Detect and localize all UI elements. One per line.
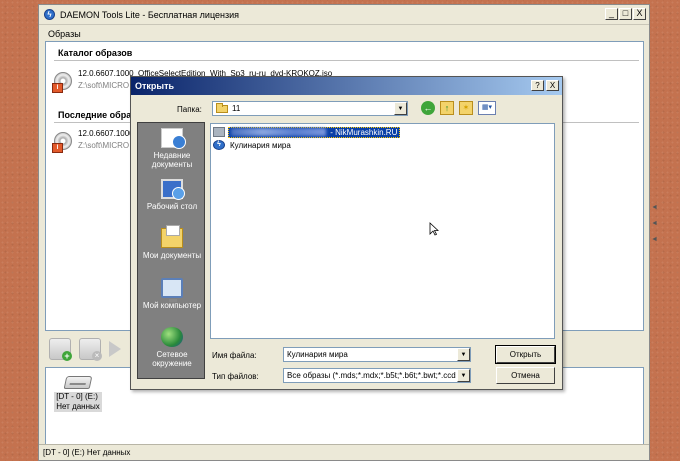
menu-images[interactable]: Образы [48,29,81,39]
side-scroll-arrows[interactable]: ◄ ◄ ◄ [651,200,659,248]
filename-value: Кулинария мира [287,350,348,359]
view-menu-icon[interactable]: ▦▾ [478,101,496,115]
drive-state: Нет данных [56,402,100,411]
filetype-select[interactable]: Все образы (*.mds;*.mdx;*.b5t;*.b6t;*.bw… [283,368,471,383]
file-list-item[interactable]: ϟ Кулинария мира [213,139,293,151]
filename-label: Имя файла: [212,351,257,360]
disc-image-icon: I [52,72,74,94]
places-bar: Недавние документы Рабочий стол Мои доку… [137,122,205,379]
minimize-button[interactable]: _ [605,8,618,20]
file-name: Кулинария мира [230,140,291,150]
daemon-tools-bolt-icon: ϟ [44,9,55,20]
my-documents-icon [161,225,183,248]
file-list-item[interactable]: - NikMurashkin.RU [213,126,401,138]
virtual-drive-item[interactable]: [DT - 0] (E:) Нет данных [50,376,106,412]
mouse-cursor-icon [429,222,439,236]
folder-select[interactable]: 11 ▼ [212,101,408,116]
file-list[interactable]: - NikMurashkin.RU ϟ Кулинария мира [210,123,555,339]
chevron-left-icon[interactable]: ◄ [651,200,659,216]
add-image-button[interactable]: + [49,338,72,361]
plus-icon: + [62,351,72,361]
dialog-close-button[interactable]: X [546,80,559,91]
recent-image-path: Z:\soft\MICRO [78,141,130,150]
virtual-drive-icon [63,376,93,389]
cancel-button[interactable]: Отмена [496,367,555,384]
maximize-button[interactable]: □ [619,8,632,20]
new-folder-icon[interactable]: ✶ [459,101,473,115]
up-folder-icon[interactable]: ↑ [440,101,454,115]
place-label: Сетевое окружение [152,350,192,368]
chevron-left-icon[interactable]: ◄ [651,232,659,248]
catalog-divider [54,60,639,61]
place-desktop[interactable]: Рабочий стол [138,179,206,211]
file-name-selected: - NikMurashkin.RU [228,126,401,138]
virtual-drive-label: [DT - 0] (E:) Нет данных [54,392,102,412]
main-window-title: DAEMON Tools Lite - Бесплатная лицензия [60,9,240,20]
disc-image-icon: I [52,132,74,154]
open-button[interactable]: Открыть [495,345,556,364]
chevron-down-icon[interactable]: ▼ [394,102,407,115]
desktop-icon [161,179,185,200]
dialog-nav-toolbar: ← ↑ ✶ ▦▾ [421,101,496,115]
chevron-left-icon[interactable]: ◄ [651,216,659,232]
main-window-controls: _ □ X [605,8,646,20]
main-titlebar[interactable]: ϟ DAEMON Tools Lite - Бесплатная лицензи… [39,5,649,25]
place-label: Мои документы [142,251,202,260]
filename-input[interactable]: Кулинария мира ▼ [283,347,471,362]
recent-image-name: 12.0.6607.1000 [78,129,134,138]
recent-image-item[interactable]: I 12.0.6607.1000 Z:\soft\MICRO [52,128,134,154]
close-button[interactable]: X [633,8,646,20]
folder-label: Папка: [177,105,202,114]
menu-bar: Образы [39,26,649,41]
place-my-documents[interactable]: Мои документы [138,225,206,260]
blurred-text [231,128,326,137]
mount-play-icon[interactable] [109,341,121,357]
place-label: Недавние документы [151,151,193,169]
dialog-controls: ? X [531,80,559,91]
remove-icon: × [92,351,102,361]
place-label: Рабочий стол [146,202,198,211]
filetype-value: Все образы (*.mds;*.mdx;*.b5t;*.b6t;*.bw… [287,371,456,380]
my-computer-icon [161,278,183,302]
network-icon [161,327,183,347]
place-recent-documents[interactable]: Недавние документы [138,128,206,169]
place-network[interactable]: Сетевое окружение [138,327,206,368]
place-label: Мой компьютер [142,301,202,310]
open-file-dialog: Открыть ? X Папка: 11 ▼ ← ↑ ✶ ▦▾ Недавни… [130,76,563,390]
folder-value: 11 [232,104,241,113]
folder-icon [216,102,228,113]
recent-images-header: Последние обра [58,110,132,120]
filetype-label: Тип файлов: [212,372,259,381]
recent-documents-icon [161,128,186,149]
daemon-image-icon: ϟ [213,140,225,150]
status-bar: [DT - 0] (E:) Нет данных [39,444,649,460]
catalog-header: Каталог образов [58,48,133,58]
folder-icon [213,127,225,137]
back-arrow-icon[interactable]: ← [421,101,435,115]
dialog-titlebar[interactable]: Открыть ? X [131,77,562,95]
drive-id: [DT - 0] (E:) [56,392,98,401]
remove-image-button[interactable]: × [79,338,102,361]
help-button[interactable]: ? [531,80,544,91]
chevron-down-icon[interactable]: ▼ [457,369,470,382]
dialog-title: Открыть [135,81,175,91]
place-my-computer[interactable]: Мой компьютер [138,278,206,310]
chevron-down-icon[interactable]: ▼ [457,348,470,361]
